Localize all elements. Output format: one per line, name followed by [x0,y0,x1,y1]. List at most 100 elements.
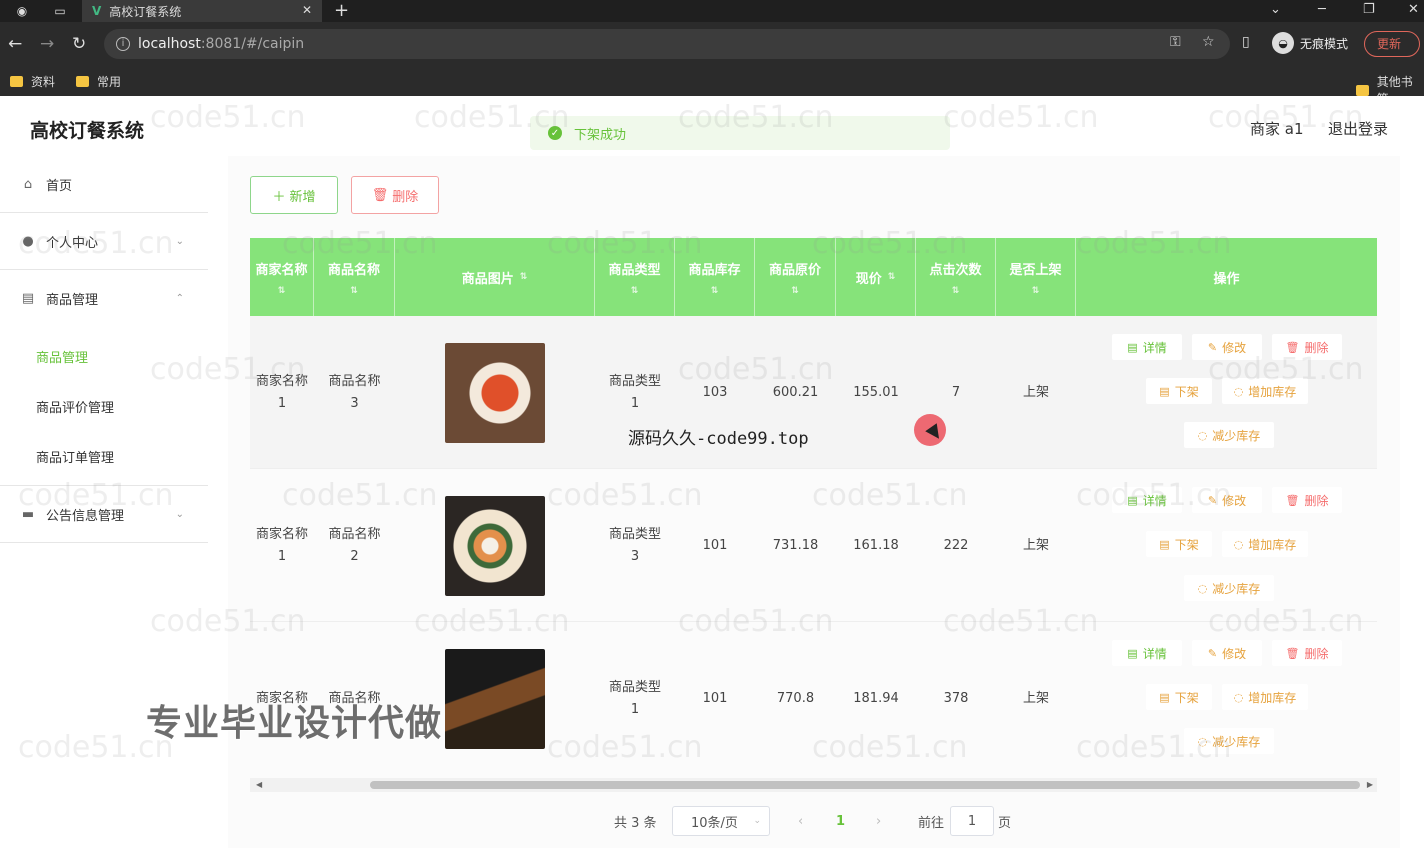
food-image[interactable] [445,648,545,749]
browser-tab[interactable]: V 高校订餐系统 ✕ [82,0,322,22]
sidebar-item-notice[interactable]: ▬ 公告信息管理 ⌄ [0,486,208,543]
delete-button[interactable]: 🗑 删除 [1272,487,1342,513]
sidebar-item-label: 公告信息管理 [46,508,125,524]
toast-message: 下架成功 [574,127,627,143]
url-path: :8081/#/caipin [200,36,305,52]
sort-icon[interactable]: ⇅ [278,286,286,296]
page-size-select[interactable]: 10条/页 ⌄ [672,806,770,836]
sort-icon[interactable]: ⇅ [1032,286,1040,296]
unlist-button[interactable]: ▤ 下架 [1146,684,1212,710]
prev-page-icon[interactable]: ‹ [798,806,803,836]
detail-button[interactable]: ▤ 详情 [1112,487,1182,513]
window-close-icon[interactable]: ✕ [1408,0,1419,20]
bookmark-folder[interactable]: 资料 [10,73,55,90]
browser-logo-icon[interactable]: ◉ [14,3,30,19]
star-icon[interactable]: ☆ [1202,34,1215,50]
add-stock-button[interactable]: ◌ 增加库存 [1222,378,1308,404]
scroll-left-icon[interactable]: ◀ [256,778,262,792]
col-clicks[interactable]: 点击次数 ⇅ [916,238,996,316]
cell-text: 商家名称 [255,373,308,389]
incognito-indicator[interactable]: ◒ 无痕模式 [1272,32,1348,54]
sidepanel-icon[interactable]: ▯ [1242,34,1250,50]
trash-icon: 🗑 [1285,340,1300,354]
sidebar-item-goods[interactable]: ▤ 商品管理 ⌃ [0,270,208,327]
sort-icon[interactable]: ⇅ [952,286,960,296]
sort-icon[interactable]: ⇅ [631,286,639,296]
col-merchant[interactable]: 商家名称 ⇅ [250,238,314,316]
forward-icon[interactable]: → [40,34,54,54]
sort-icon[interactable]: ⇅ [350,286,358,296]
sidebar-subitem-goods[interactable]: 商品管理 [0,331,208,381]
sort-icon[interactable]: ⇅ [711,286,719,296]
add-stock-button[interactable]: ◌ 增加库存 [1222,531,1308,557]
add-button[interactable]: ＋新增 [250,176,338,214]
check-icon: ✓ [548,126,562,140]
sidebar-subitem-orders[interactable]: 商品订单管理 [0,431,208,481]
food-image[interactable] [445,495,545,596]
url-field[interactable]: i localhost:8081/#/caipin [104,29,1230,59]
logout-link[interactable]: 退出登录 [1328,118,1388,139]
reload-icon[interactable]: ↻ [72,34,86,54]
edit-button[interactable]: ✎ 修改 [1192,640,1262,666]
col-status[interactable]: 是否上架 ⇅ [996,238,1076,316]
scrollbar-thumb[interactable] [370,781,1360,789]
col-orig-price[interactable]: 商品原价 ⇅ [755,238,836,316]
sort-icon[interactable]: ⇅ [791,286,799,296]
site-info-icon[interactable]: i [116,37,130,51]
tab-close-icon[interactable]: ✕ [302,3,312,17]
detail-button[interactable]: ▤ 详情 [1112,334,1182,360]
add-stock-button[interactable]: ◌ 增加库存 [1222,684,1308,710]
back-icon[interactable]: ← [8,34,22,54]
minimize-icon[interactable]: ─ [1318,0,1326,20]
sidebar-subitem-reviews[interactable]: 商品评价管理 [0,381,208,431]
bookmark-folder[interactable]: 常用 [76,73,121,90]
update-button[interactable]: 更新 [1364,31,1420,57]
current-user[interactable]: 商家 a1 [1250,118,1304,139]
next-page-icon[interactable]: › [876,806,881,836]
reduce-stock-button[interactable]: ◌ 减少库存 [1184,728,1274,754]
col-image[interactable]: 商品图片 ⇅ [395,238,595,316]
reduce-stock-button[interactable]: ◌ 减少库存 [1184,422,1274,448]
delete-button[interactable]: 🗑 删除 [1272,334,1342,360]
cell-text: 商品名称 [328,373,381,389]
col-stock[interactable]: 商品库存 ⇅ [675,238,755,316]
delete-button[interactable]: 🗑 删除 [1272,640,1342,666]
horizontal-scrollbar[interactable]: ◀ ▶ [250,778,1377,792]
edit-button[interactable]: ✎ 修改 [1192,334,1262,360]
col-type[interactable]: 商品类型 ⇅ [595,238,675,316]
cell-stock: 101 [702,537,728,553]
detail-button[interactable]: ▤ 详情 [1112,640,1182,666]
goto-page-value: 1 [967,813,977,829]
new-tab-button[interactable]: + [334,0,349,22]
edit-button[interactable]: ✎ 修改 [1192,487,1262,513]
goto-page-input[interactable]: 1 [950,806,994,836]
col-price[interactable]: 现价 ⇅ [836,238,916,316]
unlist-button[interactable]: ▤ 下架 [1146,531,1212,557]
food-image[interactable] [445,342,545,443]
scroll-right-icon[interactable]: ▶ [1367,778,1373,792]
key-icon[interactable]: ⚿ [1170,34,1181,50]
detail-label: 详情 [1142,493,1167,508]
sidebar-item-home[interactable]: ⌂ 首页 [0,156,208,213]
sidebar-item-profile[interactable]: ● 个人中心 ⌄ [0,213,208,270]
tab-search-icon[interactable]: ⌄ [1270,0,1281,20]
reduce-stock-button[interactable]: ◌ 减少库存 [1184,575,1274,601]
cell-status: 上架 [1022,690,1049,706]
add-stock-label: 增加库存 [1248,690,1297,705]
sort-icon[interactable]: ⇅ [520,272,528,282]
restore-icon[interactable]: ❐ [1363,0,1375,20]
col-name[interactable]: 商品名称 ⇅ [314,238,395,316]
sort-icon[interactable]: ⇅ [888,272,896,282]
header-label: 商品原价 [768,262,821,278]
browser-address-bar: ← → ↻ i localhost:8081/#/caipin ⚿ ☆ ▯ ◒ … [0,22,1424,66]
unlist-button[interactable]: ▤ 下架 [1146,378,1212,404]
page-number-current[interactable]: 1 [836,806,845,836]
add-label: 新增 [289,189,316,205]
row-actions: ▤ 详情 ✎ 修改 🗑 删除 ▤ 下架 ◌ 增加库存 ◌ 减少库存 [1076,316,1377,469]
tab-strip-icon[interactable]: ▭ [52,3,68,19]
trash-icon: 🗑 [1285,493,1300,507]
batch-delete-button[interactable]: 🗑 删除 [351,176,439,214]
cell-name: 商品名称 3 [314,316,395,469]
unlist-label: 下架 [1174,537,1199,552]
cell-price: 155.01 [853,384,899,400]
